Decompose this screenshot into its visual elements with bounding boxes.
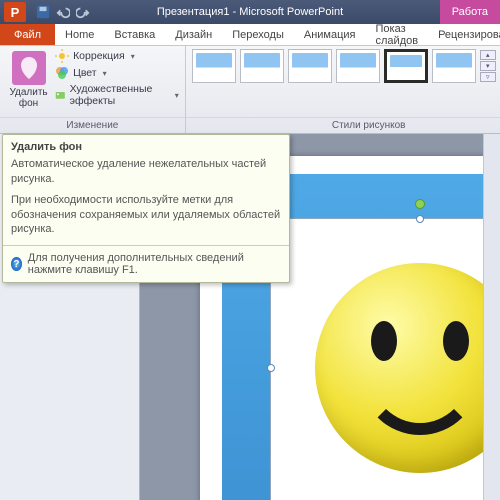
resize-handle[interactable] bbox=[267, 364, 275, 372]
chevron-down-icon: ▾ bbox=[175, 91, 179, 100]
style-thumb[interactable] bbox=[432, 49, 476, 83]
smiley-image bbox=[315, 263, 500, 473]
tab-review[interactable]: Рецензирование bbox=[428, 24, 500, 45]
style-thumb[interactable] bbox=[384, 49, 428, 83]
color-icon bbox=[55, 66, 69, 80]
chevron-down-icon: ▾ bbox=[131, 52, 135, 61]
tooltip-footer: Для получения дополнительных сведений на… bbox=[28, 252, 281, 276]
resize-handle[interactable] bbox=[416, 215, 424, 223]
quick-access-toolbar bbox=[36, 5, 90, 19]
vertical-scrollbar[interactable] bbox=[483, 134, 500, 500]
selected-picture[interactable] bbox=[270, 218, 500, 500]
tab-design[interactable]: Дизайн bbox=[165, 24, 222, 45]
redo-icon[interactable] bbox=[76, 5, 90, 19]
style-thumb[interactable] bbox=[288, 49, 332, 83]
window-title: Презентация1 - Microsoft PowerPoint bbox=[157, 6, 343, 18]
contextual-tab[interactable]: Работа bbox=[440, 0, 500, 24]
artistic-effects-icon bbox=[55, 88, 66, 102]
tooltip-line2: При необходимости используйте метки для … bbox=[11, 193, 281, 238]
tab-insert[interactable]: Вставка bbox=[104, 24, 165, 45]
chevron-down-icon: ▾ bbox=[103, 69, 107, 78]
tab-animation[interactable]: Анимация bbox=[294, 24, 366, 45]
gallery-scroll[interactable]: ▴▾▿ bbox=[480, 50, 496, 82]
style-thumb[interactable] bbox=[192, 49, 236, 83]
corrections-button[interactable]: Коррекция ▾ bbox=[55, 49, 179, 63]
undo-icon[interactable] bbox=[56, 5, 70, 19]
tooltip-remove-background: Удалить фон Автоматическое удаление неже… bbox=[2, 134, 290, 283]
ribbon: Удалить фон Коррекция ▾ Цвет ▾ Художествен… bbox=[0, 46, 500, 134]
app-badge: P bbox=[4, 2, 26, 22]
smiley-eye bbox=[443, 321, 469, 361]
smiley-eye bbox=[371, 321, 397, 361]
help-icon: ? bbox=[11, 257, 22, 271]
remove-background-icon bbox=[12, 51, 46, 85]
style-thumb[interactable] bbox=[336, 49, 380, 83]
color-label: Цвет bbox=[73, 67, 97, 79]
title-bar: P Презентация1 - Microsoft PowerPoint Ра… bbox=[0, 0, 500, 24]
artistic-effects-label: Художественные эффекты bbox=[70, 83, 169, 107]
tooltip-line1: Автоматическое удаление нежелательных ча… bbox=[11, 157, 281, 187]
artistic-effects-button[interactable]: Художественные эффекты ▾ bbox=[55, 83, 179, 107]
picture-styles-gallery[interactable]: ▴▾▿ bbox=[192, 49, 496, 83]
tab-file[interactable]: Файл bbox=[0, 24, 55, 45]
smiley-mouth bbox=[360, 375, 480, 435]
save-icon[interactable] bbox=[36, 5, 50, 19]
tab-home[interactable]: Home bbox=[55, 24, 104, 45]
remove-background-button[interactable]: Удалить фон bbox=[6, 49, 51, 109]
style-thumb[interactable] bbox=[240, 49, 284, 83]
corrections-label: Коррекция bbox=[73, 50, 125, 62]
ribbon-tabs: Файл Home Вставка Дизайн Переходы Анимац… bbox=[0, 24, 500, 46]
rotation-handle[interactable] bbox=[415, 199, 425, 209]
color-button[interactable]: Цвет ▾ bbox=[55, 66, 179, 80]
tab-slideshow[interactable]: Показ слайдов bbox=[366, 24, 429, 45]
group-label-styles: Стили рисунков bbox=[186, 117, 500, 133]
group-label-adjust: Изменение bbox=[0, 117, 185, 133]
tooltip-title: Удалить фон bbox=[3, 135, 289, 155]
tab-transitions[interactable]: Переходы bbox=[222, 24, 294, 45]
brightness-icon bbox=[55, 49, 69, 63]
remove-background-label: Удалить фон bbox=[9, 87, 47, 109]
